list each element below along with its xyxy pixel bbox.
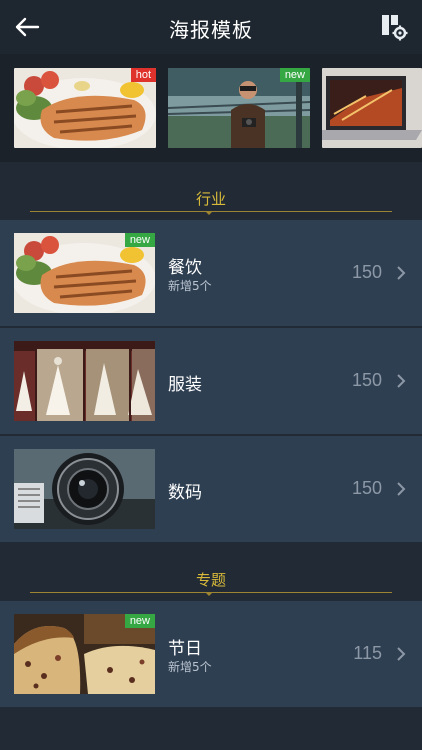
chevron-right-icon (397, 374, 406, 388)
festival-thumbnail: new (14, 614, 155, 694)
category-subtitle: 新增5个 (168, 279, 212, 293)
category-name: 数码 (168, 483, 202, 503)
banner-item-camera-man[interactable]: new (168, 68, 310, 148)
list-item-festival[interactable]: new 节日 新增5个 115 (0, 601, 422, 707)
template-count: 115 (353, 643, 382, 663)
section-title: 专题 (195, 571, 226, 589)
page-title: 海报模板 (169, 18, 253, 42)
digital-thumbnail (14, 449, 155, 529)
category-subtitle: 新增5个 (168, 660, 212, 674)
camera-lens-image (14, 449, 155, 529)
chevron-right-icon (397, 482, 406, 496)
layout-settings-icon[interactable] (380, 13, 408, 41)
new-badge: new (124, 614, 155, 628)
list-item-catering[interactable]: new 餐饮 新增5个 150 (0, 220, 422, 326)
catering-thumbnail: new (14, 233, 155, 313)
category-name: 节日 (168, 639, 202, 659)
category-name: 餐饮 (168, 258, 202, 278)
section-header-topics: 专题 (0, 559, 422, 599)
divider-notch (205, 211, 213, 215)
hot-badge: hot (130, 68, 156, 82)
chevron-right-icon (397, 266, 406, 280)
section-title: 行业 (195, 190, 226, 208)
apparel-thumbnail (14, 341, 155, 421)
banner-item-laptop[interactable] (322, 68, 422, 148)
list-item-apparel[interactable]: 服装 150 (0, 328, 422, 434)
divider-notch (205, 592, 213, 596)
chevron-right-icon (397, 647, 406, 661)
list-item-digital[interactable]: 数码 150 (0, 436, 422, 542)
banner-carousel[interactable]: hot new (0, 54, 422, 162)
section-header-industry: 行业 (0, 178, 422, 218)
laptop-image (322, 68, 422, 148)
category-name: 服装 (168, 375, 202, 395)
template-count: 150 (351, 370, 382, 390)
template-count: 150 (351, 262, 382, 282)
new-badge: new (124, 233, 155, 247)
banner-item-salmon[interactable]: hot (14, 68, 156, 148)
top-bar: 海报模板 (0, 0, 422, 54)
dress-shop-image (14, 341, 155, 421)
new-badge: new (279, 68, 310, 82)
template-count: 150 (351, 478, 382, 498)
